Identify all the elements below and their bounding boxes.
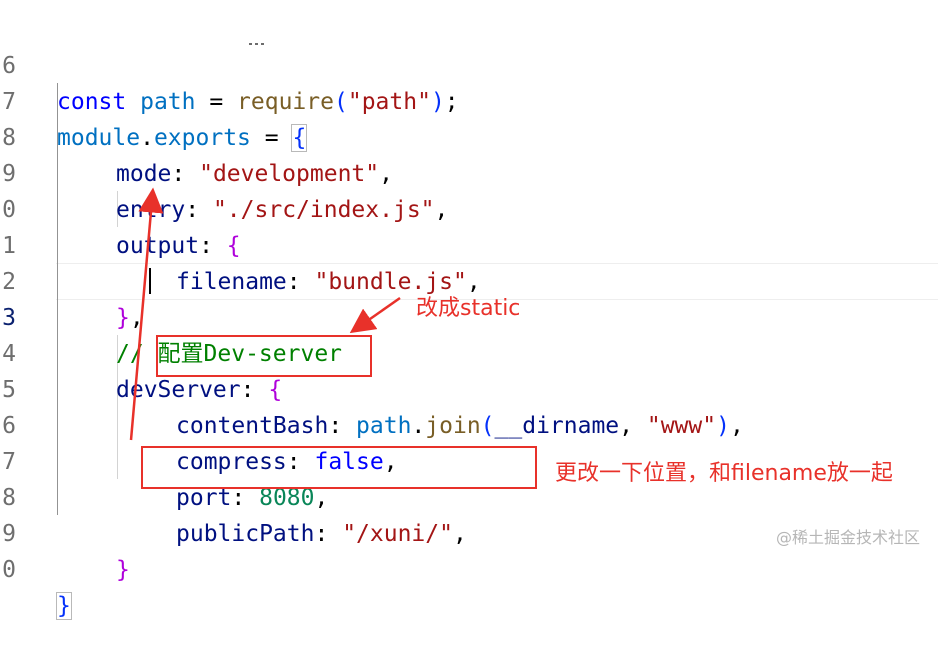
arrow-to-output bbox=[129, 187, 164, 441]
annotation-arrows bbox=[129, 187, 401, 441]
watermark: @稀土掘金技术社区 bbox=[775, 528, 920, 547]
arrow-to-contentbash bbox=[349, 296, 401, 334]
